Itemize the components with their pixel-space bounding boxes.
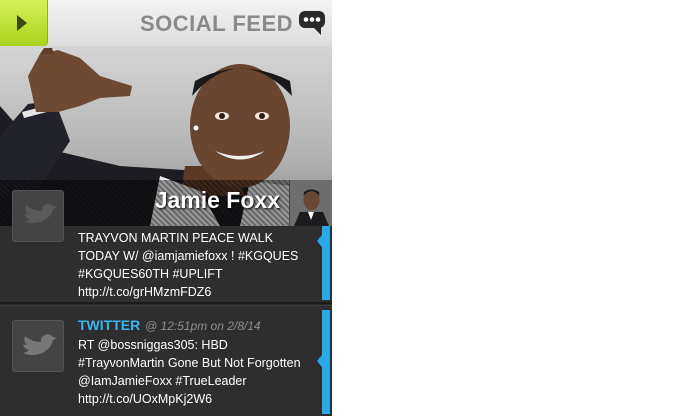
arrow-left-icon <box>317 355 322 367</box>
avatar <box>290 180 332 226</box>
header-bar: SOCIAL FEED <box>0 0 332 46</box>
chat-button[interactable] <box>297 8 328 38</box>
list-item[interactable]: TWITTER @ 12:51pm on 2/8/14 RT @bossnigg… <box>0 305 332 416</box>
item-indicator <box>317 310 330 414</box>
page-title: SOCIAL FEED <box>140 11 294 36</box>
feed-list: TRAYVON MARTIN PEACE WALK TODAY W/ @iamj… <box>0 190 332 416</box>
post-timestamp: @ 12:51pm on 2/8/14 <box>145 319 261 333</box>
social-feed-app: SOCIAL FEED Jamie Foxx TRAYVON MARTIN PE… <box>0 0 332 416</box>
bird-icon <box>12 320 64 372</box>
arrow-left-icon <box>317 235 322 247</box>
triangle-right-icon <box>17 15 27 31</box>
item-indicator <box>317 226 330 300</box>
profile-name: Jamie Foxx <box>154 187 280 213</box>
post-text: TRAYVON MARTIN PEACE WALK TODAY W/ @iamj… <box>78 231 299 299</box>
menu-button[interactable] <box>0 0 48 46</box>
profile-thumbnail[interactable] <box>289 180 332 226</box>
bird-icon <box>12 190 64 242</box>
list-item[interactable]: TRAYVON MARTIN PEACE WALK TODAY W/ @iamj… <box>0 190 332 304</box>
post-text: RT @bossniggas305: HBD #TrayvonMartin Go… <box>78 338 301 406</box>
post-source: TWITTER <box>78 317 141 333</box>
speech-bubble-icon <box>299 11 325 35</box>
